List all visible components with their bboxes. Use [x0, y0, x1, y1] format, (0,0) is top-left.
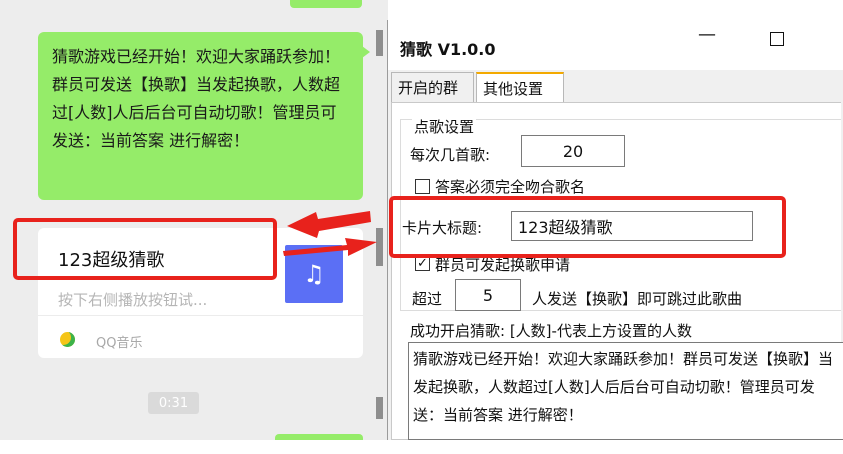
annotation-highlight-card-title	[13, 218, 277, 280]
window-title: 猜歌 V1.0.0	[400, 40, 496, 59]
background-window-edge	[376, 397, 383, 419]
songs-per-round-input[interactable]: 20	[521, 135, 625, 167]
exact-match-checkbox[interactable]	[415, 179, 430, 194]
title-bar: 猜歌 V1.0.0 —	[388, 20, 843, 70]
tab-other-settings[interactable]: 其他设置	[476, 72, 564, 102]
music-note-icon[interactable]: ♫	[285, 245, 343, 303]
allow-change-checkbox[interactable]: ✓	[415, 256, 430, 271]
threshold-prefix-label: 超过	[412, 290, 443, 308]
threshold-suffix-label: 人发送【换歌】即可跳过此歌曲	[532, 290, 743, 308]
chat-message-bubble: 猜歌游戏已经开始！欢迎大家踊跃参加！群员可发送【换歌】当发起换歌，人数超过[人数…	[38, 32, 370, 200]
songs-per-round-label: 每次几首歌:	[410, 146, 491, 164]
threshold-input[interactable]: 5	[455, 279, 521, 311]
chat-bubble-partial	[290, 0, 362, 8]
maximize-button[interactable]	[770, 32, 784, 46]
card-divider	[38, 315, 363, 316]
background-window-edge	[376, 228, 383, 266]
card-description: 按下右侧播放按钮试...	[58, 291, 208, 309]
bottom-strip	[0, 440, 843, 454]
qq-music-icon	[60, 332, 75, 347]
annotation-highlight-card-input	[389, 196, 786, 258]
background-window-edge	[376, 30, 383, 56]
success-message-label: 成功开启猜歌: [人数]-代表上方设置的人数	[410, 322, 692, 340]
voice-timestamp: 0:31	[148, 392, 199, 414]
exact-match-label: 答案必须完全吻合歌名	[435, 178, 586, 196]
checkmark-icon: ✓	[417, 256, 428, 271]
success-message-textarea[interactable]: 猜歌游戏已经开始！欢迎大家踊跃参加！群员可发送【换歌】当发起换歌，人数超过[人数…	[408, 342, 843, 440]
card-source: QQ音乐	[96, 336, 143, 351]
tab-groups[interactable]: 开启的群	[391, 72, 474, 102]
minimize-button[interactable]: —	[698, 24, 716, 45]
group-title: 点歌设置	[412, 116, 477, 137]
